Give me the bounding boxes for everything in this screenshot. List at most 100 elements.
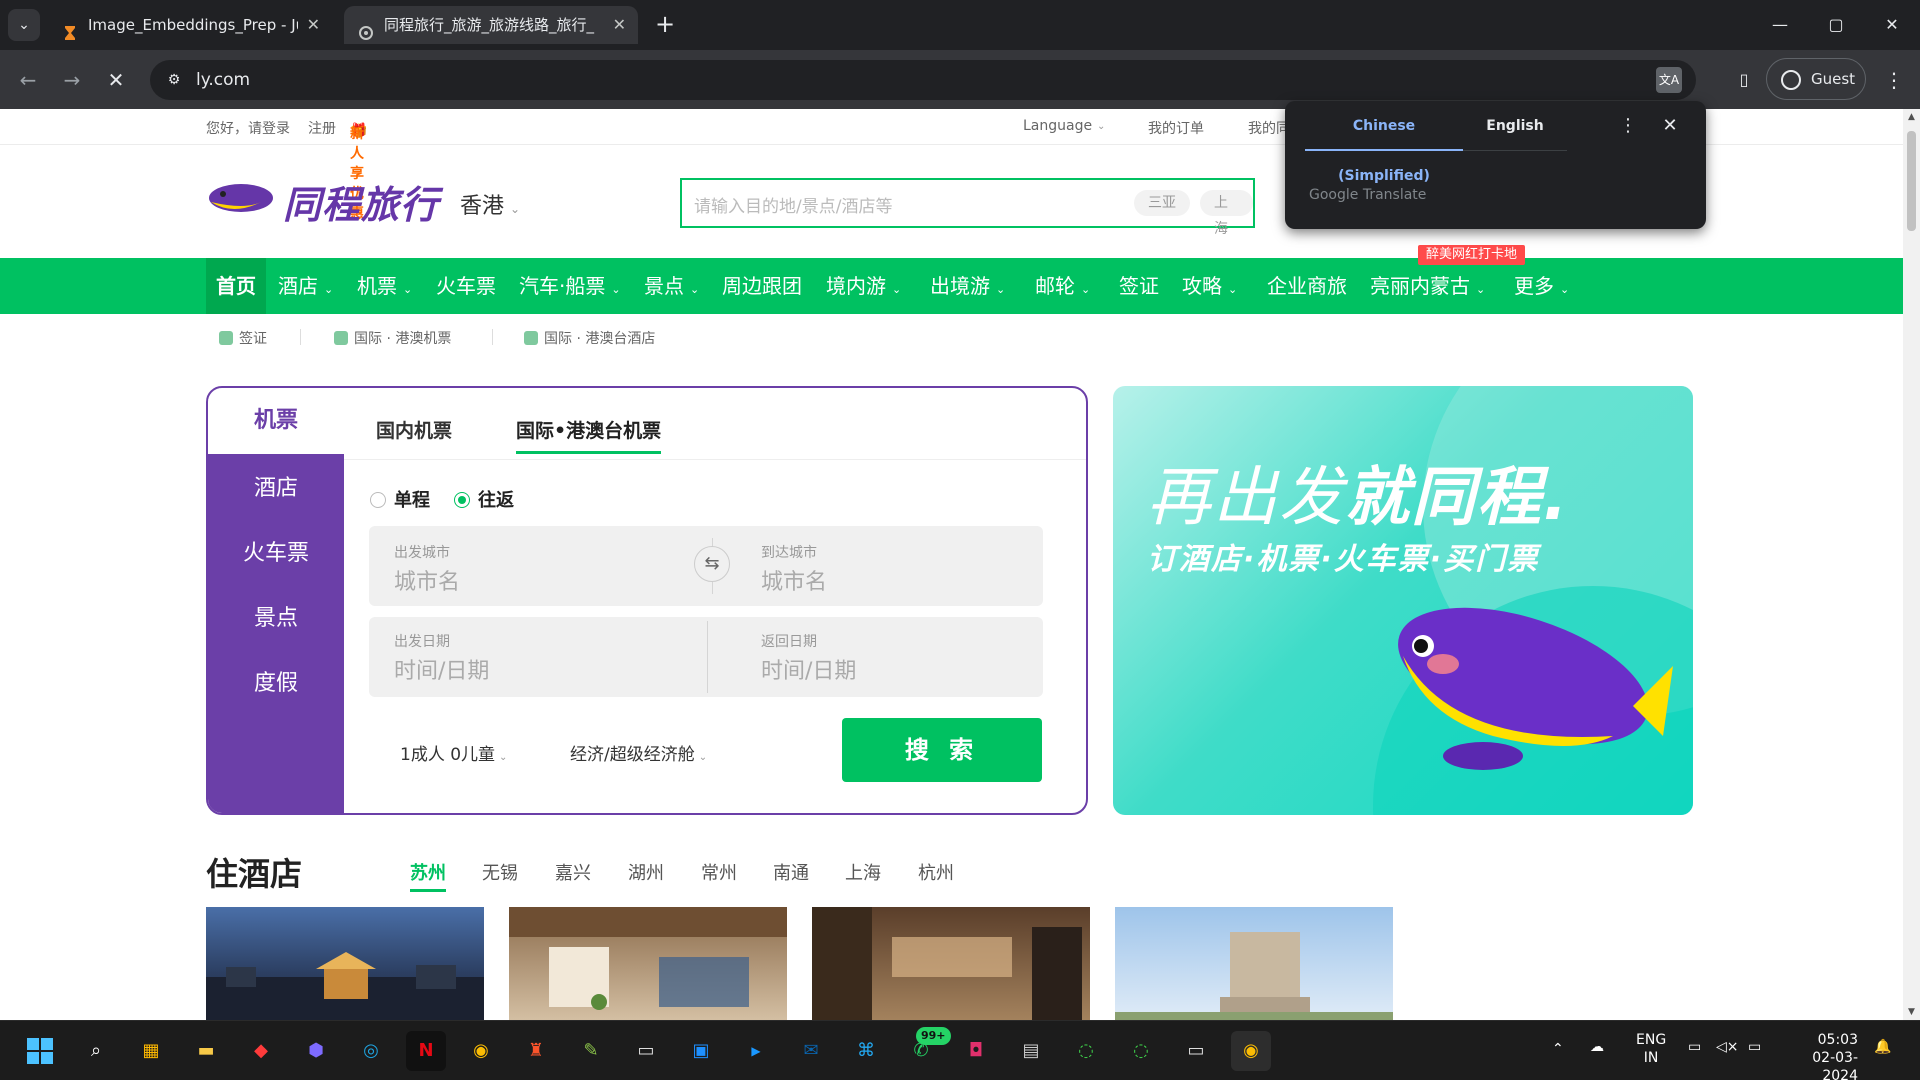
window-app-icon[interactable]: ▤ [1011,1031,1051,1071]
side-tab-holidays[interactable]: 度假 [208,665,344,697]
edge-icon[interactable]: ◎ [351,1031,391,1071]
back-arrow-icon[interactable]: ← [12,64,44,96]
logo-text[interactable]: 同程旅行 [283,174,439,229]
anydesk-icon[interactable]: ◆ [241,1031,281,1071]
url-text[interactable]: ly.com [196,60,250,100]
tab-search-button[interactable]: ⌄ [8,9,40,41]
swap-cities-icon[interactable]: ⇆ [694,546,730,582]
promo-banner[interactable]: 再出发就同程. 订酒店·机票·火车票·买门票 [1113,386,1693,815]
spinner-app-icon[interactable]: ◌ [1121,1031,1161,1071]
city-tab-nantong[interactable]: 南通 [773,859,809,885]
nav-hotel[interactable]: 酒店 ⌄ [278,258,333,314]
register-link[interactable]: 注册 [308,118,336,138]
side-tab-trains[interactable]: 火车票 [208,535,344,567]
stop-loading-icon[interactable]: ✕ [100,64,132,96]
nav-train[interactable]: 火车票 [436,258,496,314]
tab-domestic-flights[interactable]: 国内机票 [376,416,452,443]
language-indicator[interactable]: ENG IN [1636,1031,1666,1067]
hotel-card-image[interactable] [206,907,484,1020]
nav-attractions[interactable]: 景点 ⌄ [644,258,699,314]
scroll-up-icon[interactable]: ▲ [1903,109,1920,125]
notepad-icon[interactable]: ✎ [571,1031,611,1071]
nav-business[interactable]: 企业商旅 [1267,258,1347,314]
network-icon[interactable]: ▭ [1688,1039,1701,1055]
translate-source-tab[interactable]: Chinese (Simplified) [1305,101,1463,184]
outlook-icon[interactable]: ✉ [791,1031,831,1071]
new-tab-button[interactable]: + [650,8,680,40]
nav-cruise[interactable]: 邮轮 ⌄ [1035,258,1090,314]
command-prompt-icon[interactable]: ▭ [1176,1031,1216,1071]
nav-inner-mongolia[interactable]: 亮丽内蒙古 ⌄ [1370,258,1485,314]
browser-menu-icon[interactable]: ⋮ [1878,64,1910,96]
chevron-up-icon[interactable]: ⌃ [1552,1041,1564,1057]
translate-options-icon[interactable]: ⋮ [1615,113,1641,139]
volume-muted-icon[interactable]: ◁× [1716,1039,1739,1055]
onedrive-icon[interactable]: ☁ [1590,1039,1604,1055]
passenger-select[interactable]: 1成人 0儿童 ⌄ [400,740,507,765]
login-link[interactable]: 您好，请登录 [206,118,290,138]
maximize-button[interactable]: ▢ [1808,0,1864,50]
city-selector[interactable]: 香港 ⌄ [460,188,520,220]
brave-icon[interactable]: ♜ [516,1031,556,1071]
nav-outbound[interactable]: 出境游 ⌄ [930,258,1005,314]
netflix-icon[interactable]: N [406,1031,446,1071]
clock[interactable]: 05:03 02-03-2024 [1788,1031,1858,1085]
radio-round-trip[interactable]: 往返 [454,486,514,512]
nav-visa[interactable]: 签证 [1119,258,1159,314]
windows-start-icon[interactable] [20,1031,60,1071]
minimize-button[interactable]: — [1752,0,1808,50]
terminal-icon[interactable]: ▭ [626,1031,666,1071]
arrive-city-input[interactable]: 城市名 [761,564,827,596]
close-tab-icon[interactable]: ✕ [307,6,320,44]
language-dropdown[interactable]: Language [1023,118,1092,134]
city-tab-changzhou[interactable]: 常州 [701,859,737,885]
my-orders-link[interactable]: 我的订单 [1148,118,1204,138]
cabin-select[interactable]: 经济/超级经济舱 ⌄ [570,740,707,765]
close-icon[interactable]: ✕ [1657,113,1683,139]
subnav-intl-flights[interactable]: 国际 · 港澳机票 [334,328,451,348]
city-tab-huzhou[interactable]: 湖州 [628,859,664,885]
copilot-icon[interactable]: ⬢ [296,1031,336,1071]
nav-nearby-tours[interactable]: 周边跟团 [722,258,802,314]
hotel-card-image[interactable] [1115,907,1393,1020]
side-tab-hotels[interactable]: 酒店 [208,470,344,502]
my-account-link[interactable]: 我的同 [1248,118,1290,138]
search-flights-button[interactable]: 搜 索 [842,718,1042,782]
scroll-down-icon[interactable]: ▼ [1903,1004,1920,1020]
battery-icon[interactable]: ▭ [1748,1039,1761,1055]
hotel-card-image[interactable] [509,907,787,1020]
search-icon[interactable]: ⌕ [76,1031,116,1071]
forward-arrow-icon[interactable]: → [56,64,88,96]
tab-intl-flights[interactable]: 国际•港澳台机票 [516,416,662,454]
scroll-thumb[interactable] [1907,131,1916,231]
nav-guides[interactable]: 攻略 ⌄ [1182,258,1237,314]
chrome-active-icon[interactable]: ◉ [1231,1031,1271,1071]
notification-bell-icon[interactable]: 🔔 [1874,1039,1891,1055]
tab-ly-com[interactable]: 同程旅行_旅游_旅游线路_旅行_ ✕ [344,6,638,44]
chrome-icon[interactable]: ◉ [461,1031,501,1071]
windows-app-icon[interactable]: ▣ [681,1031,721,1071]
city-tab-jiaxing[interactable]: 嘉兴 [555,859,591,885]
nav-flight[interactable]: 机票 ⌄ [357,258,412,314]
nav-bus-ship[interactable]: 汽车·船票 ⌄ [519,258,621,314]
translate-target-tab[interactable]: English [1463,101,1567,151]
promo-badge[interactable]: 醉美网红打卡地 [1418,245,1526,265]
profile-guest-button[interactable]: Guest [1766,58,1866,100]
city-tab-shanghai[interactable]: 上海 [845,859,881,885]
side-tab-attractions[interactable]: 景点 [208,600,344,632]
subnav-intl-hotels[interactable]: 国际 · 港澳台酒店 [524,328,655,348]
close-tab-icon[interactable]: ✕ [613,6,626,44]
subnav-visa[interactable]: 签证 [219,328,267,348]
hot-tag-shanghai[interactable]: 上海 [1200,190,1253,237]
city-tab-hangzhou[interactable]: 杭州 [918,859,954,885]
translate-icon[interactable]: 文A [1656,67,1682,93]
return-date-input[interactable]: 时间/日期 [761,653,856,685]
depart-date-input[interactable]: 时间/日期 [394,653,489,685]
prime-video-icon[interactable]: ▶ [736,1031,776,1071]
depart-city-input[interactable]: 城市名 [394,564,460,596]
file-explorer-icon[interactable]: ▬ [186,1031,226,1071]
city-tab-wuxi[interactable]: 无锡 [482,859,518,885]
spinner-app-icon[interactable]: ◌ [1066,1031,1106,1071]
city-tab-suzhou[interactable]: 苏州 [410,859,446,892]
side-tab-flights[interactable]: 机票 [208,388,344,454]
